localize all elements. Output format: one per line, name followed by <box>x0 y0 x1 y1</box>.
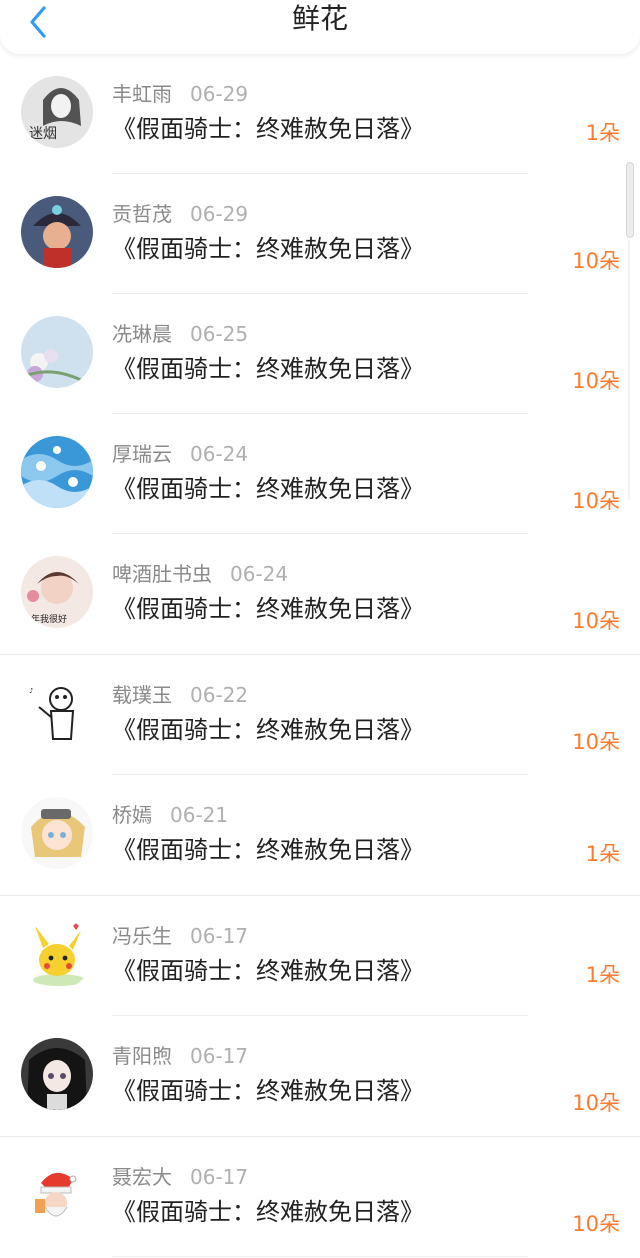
top-bar: 鲜花 <box>0 0 640 54</box>
list-item[interactable]: 冼琳晨 06-25 《假面骑士：终难赦免日落》 10朵 <box>0 294 640 414</box>
book-title: 《假面骑士：终难赦免日落》 <box>112 836 424 864</box>
list-item[interactable]: 贡哲茂 06-29 《假面骑士：终难赦免日落》 10朵 <box>0 174 640 294</box>
avatar[interactable] <box>21 196 93 268</box>
gift-date: 06-17 <box>190 924 249 948</box>
flower-count: 10朵 <box>572 730 620 754</box>
gift-date: 06-17 <box>190 1044 249 1068</box>
flower-count: 10朵 <box>572 1091 620 1115</box>
avatar[interactable]: ♪ <box>21 677 93 749</box>
list-item[interactable]: ♪ 载璞玉 06-22 《假面骑士：终难赦免日落》 10朵 <box>0 655 640 775</box>
book-title: 《假面骑士：终难赦免日落》 <box>112 115 424 143</box>
svg-text:迷烟: 迷烟 <box>29 126 57 142</box>
user-name: 冯乐生 <box>112 924 172 948</box>
user-name: 桥嫣 <box>112 803 152 827</box>
user-name: 贡哲茂 <box>112 202 172 226</box>
gift-date: 06-24 <box>230 562 289 586</box>
gift-date: 06-17 <box>190 1165 249 1189</box>
book-title: 《假面骑士：终难赦免日落》 <box>112 957 424 985</box>
gift-date: 06-25 <box>190 322 249 346</box>
page-title: 鲜花 <box>291 2 348 35</box>
avatar[interactable] <box>21 1038 93 1110</box>
flower-count: 10朵 <box>572 369 620 393</box>
svg-text:♪: ♪ <box>29 687 33 695</box>
user-name: 载璞玉 <box>112 683 172 707</box>
gift-date: 06-22 <box>190 683 249 707</box>
avatar[interactable] <box>21 797 93 869</box>
list-item[interactable]: 冯乐生 06-17 《假面骑士：终难赦免日落》 1朵 <box>0 896 640 1016</box>
svg-text:年我很好: 年我很好 <box>31 613 67 625</box>
book-title: 《假面骑士：终难赦免日落》 <box>112 1077 424 1105</box>
gift-date: 06-24 <box>190 442 249 466</box>
avatar[interactable]: 迷烟 <box>21 76 93 148</box>
list-item[interactable]: 迷烟 丰虹雨 06-29 《假面骑士：终难赦免日落》 1朵 <box>0 54 640 174</box>
list-item[interactable]: 年我很好 啤酒肚书虫 06-24 《假面骑士：终难赦免日落》 10朵 <box>0 534 640 655</box>
flower-count: 10朵 <box>572 609 620 633</box>
avatar[interactable] <box>21 1159 93 1231</box>
user-name: 啤酒肚书虫 <box>112 562 212 586</box>
gift-date: 06-29 <box>190 82 249 106</box>
list-item[interactable]: 青阳煦 06-17 《假面骑士：终难赦免日落》 10朵 <box>0 1016 640 1137</box>
avatar[interactable] <box>21 436 93 508</box>
flower-count: 10朵 <box>572 1212 620 1236</box>
list-item[interactable]: 聂宏大 06-17 《假面骑士：终难赦免日落》 10朵 <box>0 1137 640 1257</box>
book-title: 《假面骑士：终难赦免日落》 <box>112 475 424 503</box>
avatar[interactable] <box>21 316 93 388</box>
gift-date: 06-29 <box>190 202 249 226</box>
flower-count: 1朵 <box>585 963 620 987</box>
book-title: 《假面骑士：终难赦免日落》 <box>112 1198 424 1226</box>
flower-count: 10朵 <box>572 489 620 513</box>
flower-count: 10朵 <box>572 249 620 273</box>
user-name: 丰虹雨 <box>112 82 172 106</box>
flower-list: 迷烟 丰虹雨 06-29 《假面骑士：终难赦免日落》 1朵 贡哲茂 06-29 《假… <box>0 54 640 1257</box>
flower-count: 1朵 <box>585 842 620 866</box>
book-title: 《假面骑士：终难赦免日落》 <box>112 235 424 263</box>
list-item[interactable]: 桥嫣 06-21 《假面骑士：终难赦免日落》 1朵 <box>0 775 640 896</box>
avatar[interactable] <box>21 918 93 990</box>
avatar[interactable]: 年我很好 <box>21 556 93 628</box>
gift-date: 06-21 <box>170 803 229 827</box>
user-name: 冼琳晨 <box>112 322 172 346</box>
user-name: 聂宏大 <box>112 1165 172 1189</box>
user-name: 厚瑞云 <box>112 442 172 466</box>
book-title: 《假面骑士：终难赦免日落》 <box>112 355 424 383</box>
book-title: 《假面骑士：终难赦免日落》 <box>112 595 424 623</box>
user-name: 青阳煦 <box>112 1044 172 1068</box>
list-item[interactable]: 厚瑞云 06-24 《假面骑士：终难赦免日落》 10朵 <box>0 414 640 534</box>
flower-count: 1朵 <box>585 121 620 145</box>
book-title: 《假面骑士：终难赦免日落》 <box>112 716 424 744</box>
